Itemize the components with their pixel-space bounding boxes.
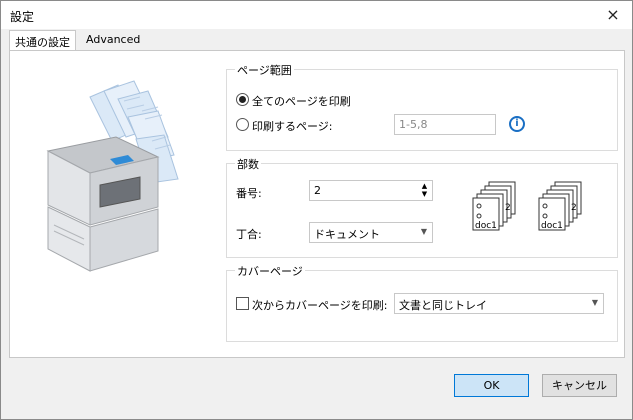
copies-stepper[interactable]: 2 ▲ ▼	[309, 180, 433, 201]
all-pages-label: 全てのページを印刷	[252, 95, 351, 108]
cover-page-label: カバーページ	[235, 263, 305, 279]
pages-label: 印刷するページ:	[252, 120, 333, 133]
collated-copies-icon: doc1 2 doc1 2	[472, 181, 582, 231]
chevron-down-icon: ▼	[420, 227, 427, 236]
info-icon[interactable]: i	[509, 116, 525, 132]
cover-page-group: カバーページ 次からカバーページを印刷: 文書と同じトレイ ▼	[226, 263, 618, 342]
cover-tray-value: 文書と同じトレイ	[399, 299, 487, 312]
cover-page-checkbox[interactable]	[236, 297, 249, 310]
collate-select[interactable]: ドキュメント ▼	[309, 222, 433, 243]
cover-tray-select[interactable]: 文書と同じトレイ ▼	[394, 293, 604, 314]
settings-panel: ページ範囲 全てのページを印刷 印刷するページ: 1-5,8 i 部数 番号: …	[9, 50, 625, 358]
collate-label: 丁合:	[236, 228, 262, 241]
copies-group: 部数 番号: 2 ▲ ▼ 丁合: ドキュメント ▼ doc1 2 doc1 2	[226, 156, 618, 258]
settings-dialog: 設定 × 共通の設定 Advanced ページ範囲 全てのページを印刷 印刷する…	[0, 0, 633, 420]
tab-common-settings[interactable]: 共通の設定	[9, 30, 76, 51]
count-label-left: 2	[505, 203, 511, 213]
close-button[interactable]: ×	[600, 3, 626, 27]
number-label: 番号:	[236, 187, 262, 200]
window-title: 設定	[10, 10, 35, 24]
pages-radio[interactable]	[236, 118, 249, 131]
printer-icon	[46, 136, 160, 272]
stepper-arrows-icon[interactable]: ▲ ▼	[420, 182, 429, 198]
doc-label-right: doc1	[541, 221, 563, 231]
copies-label: 部数	[235, 156, 261, 172]
copies-value: 2	[314, 184, 321, 197]
doc-label-left: doc1	[475, 221, 497, 231]
title-bar: 設定 ×	[1, 1, 632, 29]
cover-page-checkbox-label: 次からカバーページを印刷:	[252, 299, 388, 312]
all-pages-radio[interactable]	[236, 93, 249, 106]
chevron-down-icon: ▼	[591, 298, 598, 307]
page-range-label: ページ範囲	[235, 62, 294, 78]
ok-button[interactable]: OK	[454, 374, 529, 397]
collate-value: ドキュメント	[314, 228, 380, 241]
printer-illustration	[46, 80, 179, 272]
tab-advanced[interactable]: Advanced	[81, 30, 145, 50]
count-label-right: 2	[571, 203, 577, 213]
cancel-button[interactable]: キャンセル	[542, 374, 617, 397]
pages-input[interactable]: 1-5,8	[394, 114, 496, 135]
page-range-group: ページ範囲 全てのページを印刷 印刷するページ: 1-5,8 i	[226, 62, 618, 151]
